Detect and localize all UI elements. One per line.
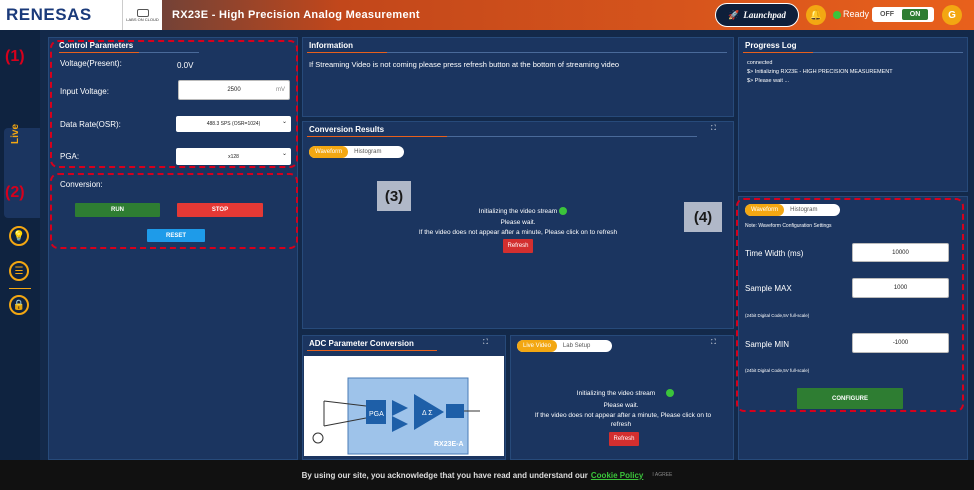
progress-title: Progress Log <box>745 41 797 50</box>
toggle-off-label: OFF <box>880 11 894 18</box>
hint-text: If the video does not appear after a min… <box>418 229 618 236</box>
status-text: Ready <box>843 9 870 19</box>
results-tabs: Waveform Histogram <box>309 146 404 158</box>
title-underline <box>307 52 387 53</box>
svg-text:PGA: PGA <box>369 411 384 418</box>
page-title: RX23E - High Precision Analog Measuremen… <box>172 9 420 21</box>
progress-log-panel: Progress Log connected $> Initializing R… <box>738 37 968 192</box>
adc-diagram-svg: PGA Δ Σ RX23E-A <box>312 377 480 455</box>
launchpad-button[interactable]: 🚀 Launchpad <box>715 3 799 27</box>
svg-text:Δ Σ: Δ Σ <box>422 410 433 417</box>
power-toggle[interactable]: OFF ON <box>872 7 934 22</box>
marker-2: (2) <box>5 184 25 201</box>
log-line: $> Please wait ... <box>747 78 790 84</box>
avatar[interactable]: G <box>942 5 962 25</box>
adc-block-diagram: PGA Δ Σ RX23E-A <box>304 356 504 456</box>
expand-icon[interactable]: ⛶ <box>711 125 716 133</box>
lock-icon[interactable]: 🔒 <box>9 295 29 315</box>
launchpad-label: Launchpad <box>743 10 786 20</box>
top-bar: RENESAS LABS ON CLOUD RX23E - High Preci… <box>0 0 974 30</box>
agree-button[interactable]: I AGREE <box>652 472 672 478</box>
title-underline <box>307 136 447 137</box>
marker-3: (3) <box>377 181 411 211</box>
sidebar-live-label: Live <box>10 123 21 144</box>
live-video-panel: Live Video Lab Setup ⛶ Initializing the … <box>510 335 734 460</box>
highlight-box-2 <box>50 173 298 249</box>
init-text: Initializing the video stream <box>576 390 656 397</box>
labs-icon <box>136 8 149 17</box>
log-line: $> Initializing RX23E - HIGH PRECISION M… <box>747 69 893 75</box>
wait-text: Please wait. <box>603 402 639 409</box>
information-text: If Streaming Video is not coming please … <box>309 60 620 69</box>
renesas-logo: RENESAS <box>0 0 122 30</box>
title-underline-ext <box>387 52 727 53</box>
wait-text: Please wait. <box>500 219 536 226</box>
title-underline <box>307 350 437 351</box>
expand-icon[interactable]: ⛶ <box>711 339 716 347</box>
title-underline-ext <box>447 136 697 137</box>
highlight-box-1 <box>50 40 298 168</box>
tab-waveform[interactable]: Waveform <box>309 146 349 158</box>
refresh-button[interactable]: Refresh <box>609 432 639 446</box>
log-line: connected <box>747 60 773 66</box>
lightbulb-icon[interactable]: 💡 <box>9 226 29 246</box>
chat-icon[interactable]: ☰ <box>9 261 29 281</box>
information-title: Information <box>309 41 353 50</box>
bell-icon[interactable]: 🔔 <box>806 5 826 25</box>
status-dot <box>833 11 841 19</box>
tab-histogram[interactable]: Histogram <box>348 146 387 158</box>
toggle-on-label: ON <box>902 9 928 20</box>
status-dot <box>666 389 674 397</box>
rocket-icon: 🚀 <box>728 9 740 20</box>
adc-title: ADC Parameter Conversion <box>309 339 414 348</box>
marker-4: (4) <box>684 202 722 232</box>
labs-text: LABS ON CLOUD <box>126 16 159 22</box>
results-title: Conversion Results <box>309 125 385 134</box>
tab-live-video[interactable]: Live Video <box>517 340 557 352</box>
highlight-box-4 <box>736 198 964 412</box>
init-text: Initializing the video stream <box>478 208 558 215</box>
conversion-results-panel: Conversion Results ⛶ Waveform Histogram … <box>302 121 734 329</box>
marker-1: (1) <box>5 48 25 65</box>
sidebar-divider <box>9 288 31 289</box>
tab-lab-setup[interactable]: Lab Setup <box>557 340 596 352</box>
live-tabs: Live Video Lab Setup <box>517 340 612 352</box>
cookie-policy-link[interactable]: Cookie Policy <box>591 471 643 480</box>
expand-icon[interactable]: ⛶ <box>483 339 488 347</box>
hint-text: If the video does not appear after a min… <box>534 412 712 419</box>
labs-on-cloud-logo: LABS ON CLOUD <box>122 0 162 30</box>
adc-chip-label: RX23E-A <box>434 441 464 448</box>
status-dot <box>559 207 567 215</box>
refresh-button[interactable]: Refresh <box>503 239 533 253</box>
cookie-text: By using our site, you acknowledge that … <box>301 470 588 480</box>
information-panel: Information If Streaming Video is not co… <box>302 37 734 117</box>
title-underline <box>743 52 813 53</box>
hint-text-2: refresh <box>610 421 632 428</box>
logo-text: RENESAS <box>6 5 92 24</box>
cookie-banner: By using our site, you acknowledge that … <box>0 460 974 490</box>
title-underline-ext <box>813 52 963 53</box>
